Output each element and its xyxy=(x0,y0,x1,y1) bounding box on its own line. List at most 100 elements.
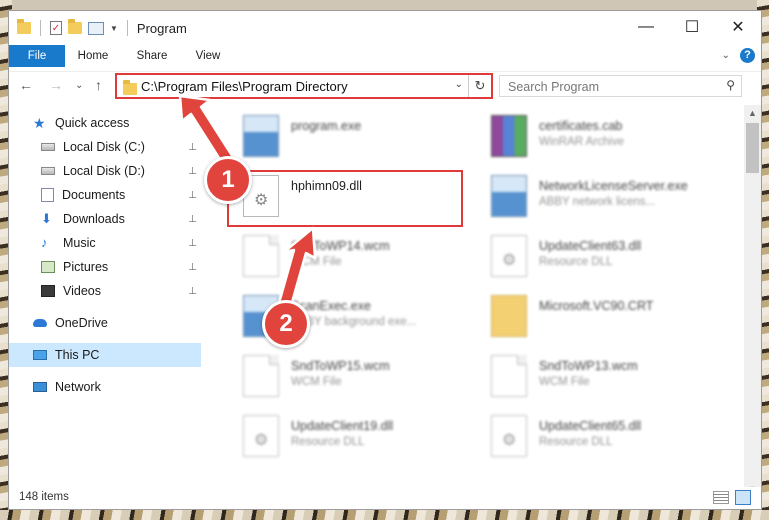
star-icon: ★ xyxy=(33,115,46,131)
step-1-callout: 1 xyxy=(204,156,252,204)
sidebar-item-pictures[interactable]: Pictures ⊥ xyxy=(9,255,201,279)
file-description: Resource DLL xyxy=(539,436,613,448)
folder-icon xyxy=(17,19,31,34)
file-item[interactable]: SndToWP15.wcm WCM File xyxy=(225,349,465,405)
file-name: SndToWP14.wcm xyxy=(291,239,390,253)
details-view-icon[interactable] xyxy=(713,491,729,504)
address-path[interactable]: C:\Program Files\Program Directory xyxy=(141,79,348,94)
scroll-thumb[interactable] xyxy=(746,123,759,173)
file-item[interactable]: NetworkLicenseServer.exe ABBY network li… xyxy=(473,169,713,225)
folder-icon xyxy=(491,295,527,337)
tab-share[interactable]: Share xyxy=(129,45,175,67)
file-item[interactable]: UpdateClient63.dll Resource DLL xyxy=(473,229,713,285)
sidebar-item-label: Local Disk (C:) xyxy=(63,140,145,154)
sidebar-item-label: Local Disk (D:) xyxy=(63,164,145,178)
file-item[interactable]: certificates.cab WinRAR Archive xyxy=(473,109,713,165)
tab-file[interactable]: File xyxy=(9,45,65,67)
file-description: Resource DLL xyxy=(539,256,613,268)
file-description: Resource DLL xyxy=(291,436,365,448)
dll-icon xyxy=(491,235,527,277)
sidebar-item-music[interactable]: ♪ Music ⊥ xyxy=(9,231,201,255)
tab-home[interactable]: Home xyxy=(71,45,115,67)
refresh-button[interactable]: ↻ xyxy=(468,75,491,97)
file-name: Microsoft.VC90.CRT xyxy=(539,299,654,313)
pin-icon: ⊥ xyxy=(188,237,197,249)
file-icon xyxy=(491,355,527,397)
ribbon-right-controls: ⌄ ? xyxy=(722,48,755,63)
file-item[interactable]: UpdateClient65.dll Resource DLL xyxy=(473,409,713,465)
file-item[interactable]: Microsoft.VC90.CRT xyxy=(473,289,713,345)
file-item[interactable]: ScanExec.exe ABBY background exe... xyxy=(225,289,465,345)
pictures-icon xyxy=(41,261,55,273)
winrar-icon xyxy=(491,115,527,157)
search-input[interactable] xyxy=(506,78,710,96)
sidebar-item-network[interactable]: Network xyxy=(9,375,201,399)
scroll-up-arrow-icon[interactable]: ▲ xyxy=(744,105,761,121)
sidebar-item-onedrive[interactable]: OneDrive xyxy=(9,311,201,335)
sidebar-item-label: Documents xyxy=(62,188,126,202)
search-icon[interactable]: ⚲ xyxy=(726,78,735,92)
file-name: UpdateClient63.dll xyxy=(539,239,642,253)
drive-icon xyxy=(41,143,55,151)
file-icon xyxy=(243,355,279,397)
file-item[interactable]: UpdateClient19.dll Resource DLL xyxy=(225,409,465,465)
search-box[interactable]: ⚲ xyxy=(499,75,742,97)
downloads-icon: ⬇ xyxy=(41,211,52,226)
sidebar-item-downloads[interactable]: ⬇ Downloads ⊥ xyxy=(9,207,201,231)
address-bar[interactable]: C:\Program Files\Program Directory ⌄ ↻ xyxy=(115,73,493,99)
sidebar-item-label: Quick access xyxy=(55,116,130,130)
sidebar-item-label: Pictures xyxy=(63,260,109,274)
large-icons-view-icon[interactable] xyxy=(735,490,751,505)
sidebar-item-this-pc[interactable]: This PC xyxy=(9,343,201,367)
computer-icon xyxy=(33,350,47,360)
file-item[interactable]: SndToWP13.wcm WCM File xyxy=(473,349,713,405)
file-icon xyxy=(243,235,279,277)
window-controls: — ☐ ✕ xyxy=(623,11,761,43)
recent-locations-button[interactable]: ⌄ xyxy=(75,80,83,91)
sidebar-item-documents[interactable]: Documents ⊥ xyxy=(9,183,201,207)
pin-icon: ⊥ xyxy=(188,261,197,273)
installer-icon xyxy=(243,115,279,157)
address-folder-icon xyxy=(123,80,137,95)
expand-ribbon-chevron-icon[interactable]: ⌄ xyxy=(722,50,730,61)
vertical-scrollbar[interactable]: ▲ ▼ xyxy=(744,105,761,497)
file-description: WCM File xyxy=(539,376,590,388)
sidebar-item-label: Network xyxy=(55,380,101,394)
forward-button[interactable]: → xyxy=(49,77,63,93)
music-icon: ♪ xyxy=(41,235,48,250)
sidebar-item-local-disk-c[interactable]: Local Disk (C:) ⊥ xyxy=(9,135,201,159)
address-dropdown-icon[interactable]: ⌄ xyxy=(455,79,463,90)
file-name: UpdateClient65.dll xyxy=(539,419,642,433)
sidebar-item-label: OneDrive xyxy=(55,316,108,330)
sidebar-item-label: This PC xyxy=(55,348,100,362)
sidebar-item-local-disk-d[interactable]: Local Disk (D:) ⊥ xyxy=(9,159,201,183)
step-2-callout: 2 xyxy=(262,300,310,348)
qat-separator xyxy=(126,20,128,36)
sidebar-item-label: Downloads xyxy=(63,212,125,226)
back-button[interactable]: ← xyxy=(19,77,33,93)
dll-icon xyxy=(491,415,527,457)
sidebar-item-videos[interactable]: Videos ⊥ xyxy=(9,279,201,303)
maximize-button[interactable]: ☐ xyxy=(669,11,715,43)
properties-icon[interactable] xyxy=(88,21,104,35)
file-description: WCM File xyxy=(291,376,342,388)
customize-qat-arrow-icon[interactable]: ▼ xyxy=(110,24,118,33)
pin-icon: ⊥ xyxy=(188,141,197,153)
help-icon[interactable]: ? xyxy=(740,48,755,63)
file-name: program.exe xyxy=(291,119,362,133)
file-item[interactable]: program.exe xyxy=(225,109,465,165)
drive-icon xyxy=(41,167,55,175)
new-folder-icon[interactable] xyxy=(68,19,82,34)
sidebar-item-quick-access[interactable]: ★ Quick access xyxy=(9,111,201,135)
pin-icon: ⊥ xyxy=(188,165,197,177)
tab-view[interactable]: View xyxy=(187,45,229,67)
window-title: Program xyxy=(136,20,187,36)
properties-check-icon[interactable]: ✓ xyxy=(50,21,62,35)
navigation-bar: ← → ⌄ ↑ C:\Program Files\Program Directo… xyxy=(9,71,761,102)
item-count: 148 items xyxy=(19,491,69,503)
up-button[interactable]: ↑ xyxy=(95,77,102,93)
close-button[interactable]: ✕ xyxy=(715,11,761,43)
file-item[interactable]: SndToWP14.wcm WCM File xyxy=(225,229,465,285)
minimize-button[interactable]: — xyxy=(623,11,669,43)
sidebar-item-label: Videos xyxy=(63,284,101,298)
